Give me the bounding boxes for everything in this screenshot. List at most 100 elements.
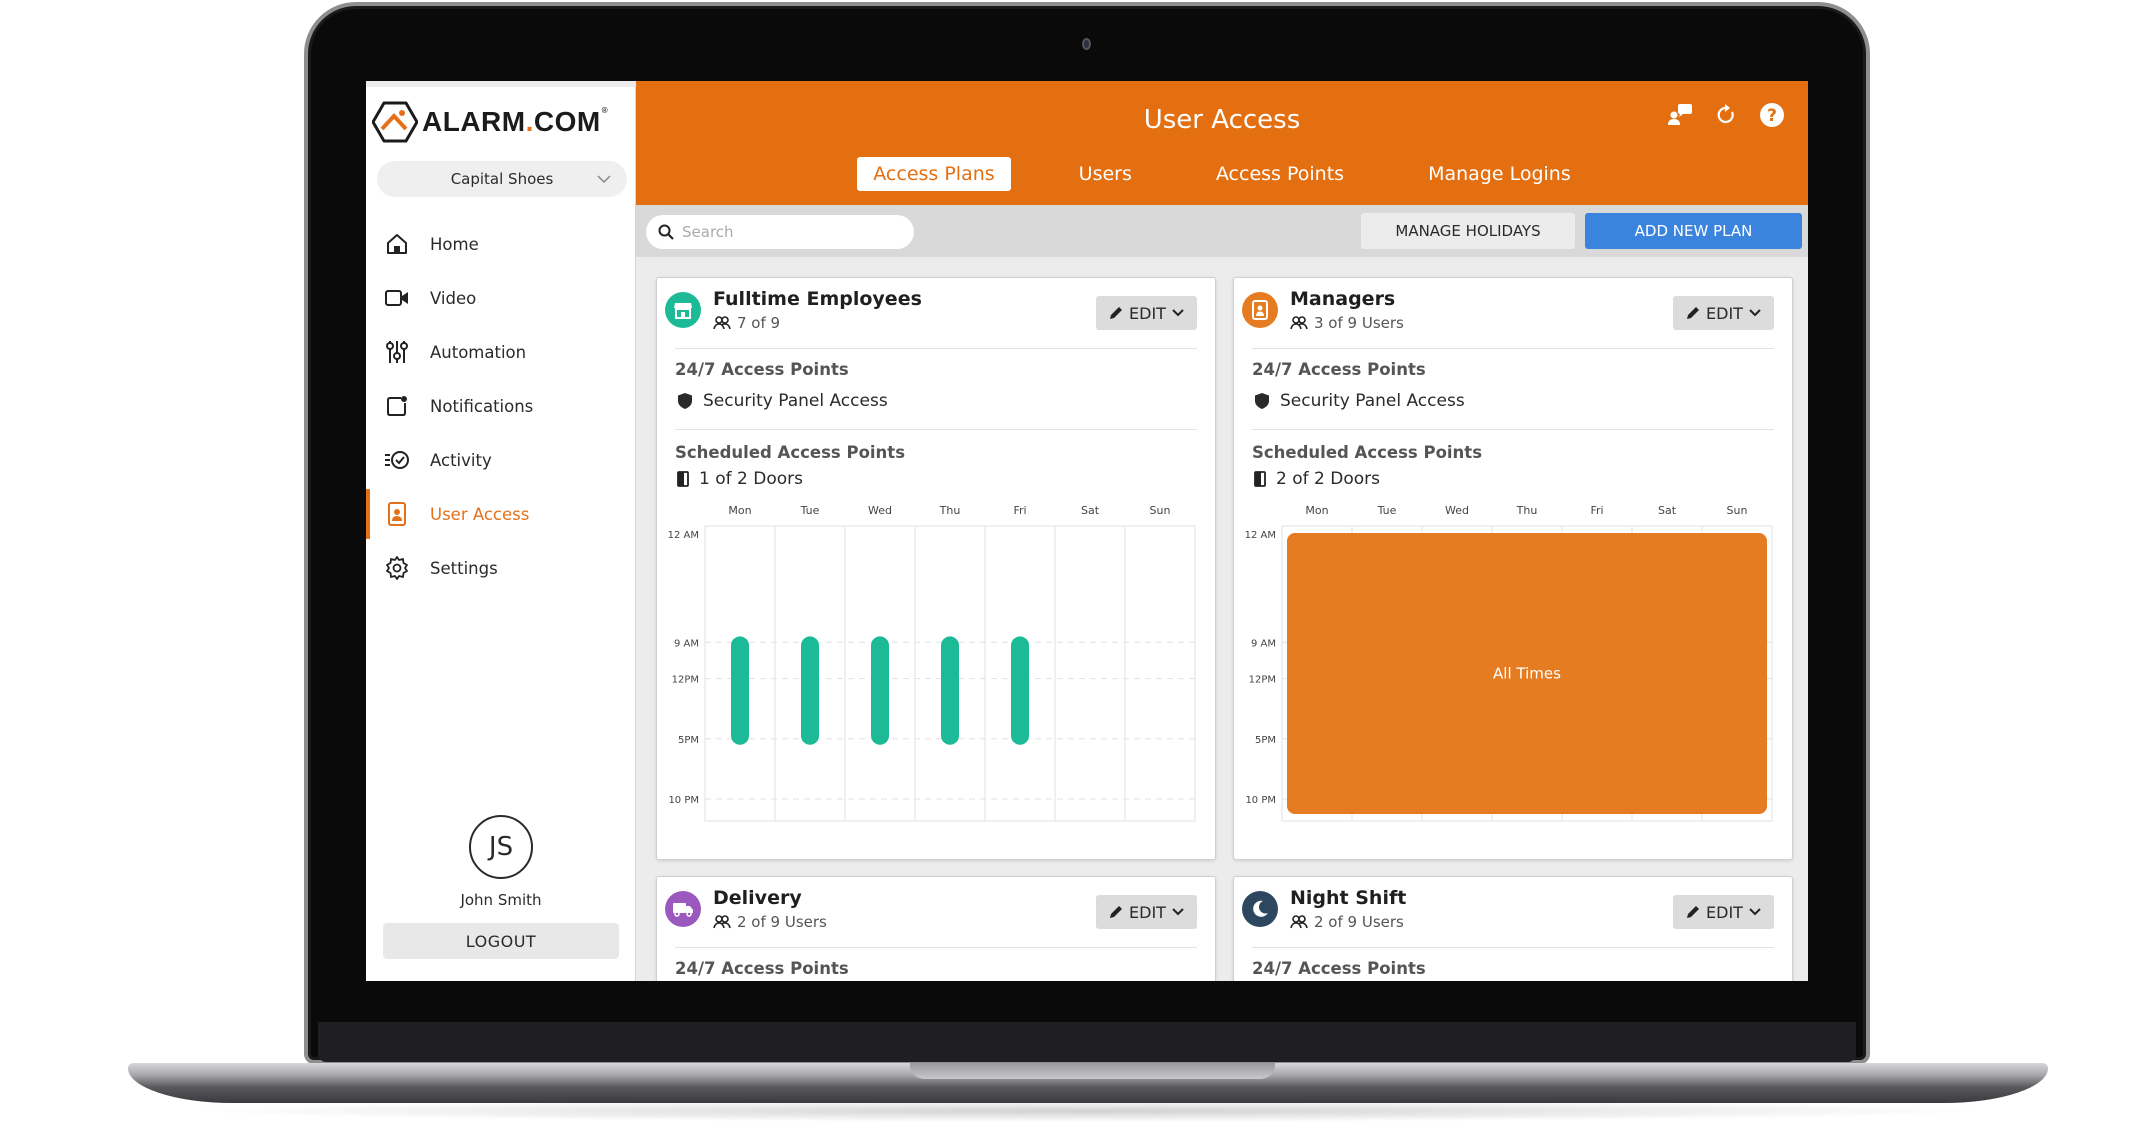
edit-button[interactable]: EDIT <box>1673 296 1774 330</box>
sidebar-item-activity[interactable]: Activity <box>366 433 636 487</box>
user-name: John Smith <box>460 891 542 909</box>
door-icon <box>677 471 689 487</box>
plan-user-count: 7 of 9 <box>713 314 780 332</box>
y-tick-label: 12PM <box>672 675 699 686</box>
sidebar-item-settings[interactable]: Settings <box>366 541 636 595</box>
day-label: Sun <box>1150 504 1171 517</box>
edit-button[interactable]: EDIT <box>1096 296 1197 330</box>
tab-manage-logins[interactable]: Manage Logins <box>1412 157 1587 191</box>
plan-name: Managers <box>1290 288 1396 310</box>
day-label: Sat <box>1081 504 1100 517</box>
sidebar-item-home[interactable]: Home <box>366 217 636 271</box>
schedule-svg: 12 AM 9 AM 12PM 5PM 10 PM Mon Tue Wed Thu Fri Sat S… <box>668 504 1196 822</box>
plan-card-delivery: Delivery 2 of 9 Users EDIT 24/7 Access P… <box>656 876 1216 981</box>
tab-users[interactable]: Users <box>1063 157 1148 191</box>
truck-icon <box>665 891 701 927</box>
day-label: Fri <box>1590 504 1603 517</box>
schedule-chart-fulltime: 12 AM 9 AM 12PM 5PM 10 PM Mon Tue Wed Thu Fri Sat S… <box>665 496 1205 826</box>
always-access-label: 24/7 Access Points <box>675 959 849 978</box>
scheduled-summary: 1 of 2 Doors <box>677 469 803 489</box>
help-icon[interactable]: ? <box>1758 101 1786 129</box>
logout-button[interactable]: LOGOUT <box>383 923 619 959</box>
plan-user-count: 2 of 9 Users <box>1290 913 1404 931</box>
day-label: Thu <box>939 504 961 517</box>
pencil-icon <box>1687 906 1700 918</box>
sidebar-item-automation[interactable]: Automation <box>366 325 636 379</box>
sidebar: ALARM.COM® Capital Shoes Home Video Auto… <box>366 87 636 981</box>
page-title: User Access <box>1143 105 1301 135</box>
always-access-label: 24/7 Access Points <box>1252 360 1426 379</box>
webcam <box>1082 38 1091 50</box>
schedule-bar-tue <box>801 636 819 745</box>
tab-bar: Access Plans Users Access Points Manage … <box>636 157 1808 191</box>
y-tick-label: 9 AM <box>674 638 699 649</box>
all-times-label: All Times <box>1493 665 1561 683</box>
tab-access-plans[interactable]: Access Plans <box>857 157 1011 191</box>
scheduled-access-label: Scheduled Access Points <box>1252 443 1483 462</box>
divider <box>675 348 1197 349</box>
avatar[interactable]: JS <box>469 815 533 879</box>
users-icon <box>1290 915 1308 929</box>
day-label: Mon <box>1305 504 1328 517</box>
gear-icon <box>384 555 410 581</box>
schedule-bar-wed <box>871 636 889 745</box>
door-icon <box>1254 471 1266 487</box>
user-badge-icon <box>1242 292 1278 328</box>
scheduled-access-label: Scheduled Access Points <box>675 443 906 462</box>
user-chat-icon[interactable] <box>1666 101 1694 129</box>
always-access-label: 24/7 Access Points <box>675 360 849 379</box>
day-label: Fri <box>1013 504 1026 517</box>
laptop-shadow <box>180 1100 2000 1122</box>
scheduled-summary: 2 of 2 Doors <box>1254 469 1380 489</box>
pencil-icon <box>1687 307 1700 319</box>
site-selector[interactable]: Capital Shoes <box>377 161 627 197</box>
day-label: Wed <box>1445 504 1469 517</box>
sidebar-item-video[interactable]: Video <box>366 271 636 325</box>
tab-access-points[interactable]: Access Points <box>1200 157 1360 191</box>
schedule-svg: 12 AM 9 AM 12PM 5PM 10 PM Mon Tue Wed Thu Fri Sat S… <box>1245 504 1773 822</box>
video-camera-icon <box>384 285 410 311</box>
schedule-bar-mon <box>731 636 749 745</box>
divider <box>1252 947 1774 948</box>
schedule-bar-fri <box>1011 636 1029 745</box>
activity-check-icon <box>384 447 410 473</box>
day-label: Tue <box>800 504 820 517</box>
edit-button[interactable]: EDIT <box>1096 895 1197 929</box>
plan-name: Fulltime Employees <box>713 288 922 310</box>
refresh-icon[interactable] <box>1712 101 1740 129</box>
divider <box>675 947 1197 948</box>
user-profile: JS John Smith LOGOUT <box>366 815 636 959</box>
divider <box>1252 429 1774 430</box>
shield-icon <box>1255 393 1269 409</box>
plan-name: Delivery <box>713 887 802 909</box>
storefront-icon <box>665 292 701 328</box>
logo-text: ALARM.COM® <box>422 106 609 137</box>
users-icon <box>1290 316 1308 330</box>
search-input[interactable] <box>682 223 902 241</box>
sidebar-item-user-access[interactable]: User Access <box>366 487 636 541</box>
chevron-down-icon <box>1172 908 1184 916</box>
edit-button[interactable]: EDIT <box>1673 895 1774 929</box>
y-tick-label: 5PM <box>1255 735 1276 746</box>
sidebar-nav: Home Video Automation Notifications Acti… <box>366 217 636 595</box>
y-tick-label: 10 PM <box>1245 795 1276 806</box>
y-tick-label: 5PM <box>678 735 699 746</box>
divider <box>1252 348 1774 349</box>
pencil-icon <box>1110 307 1123 319</box>
sliders-icon <box>384 339 410 365</box>
plan-card-fulltime-employees: Fulltime Employees 7 of 9 EDIT 24/7 Acce… <box>656 277 1216 860</box>
home-icon <box>384 231 410 257</box>
plan-name: Night Shift <box>1290 887 1407 909</box>
toolbar: MANAGE HOLIDAYS ADD NEW PLAN <box>636 205 1808 257</box>
laptop-chin <box>318 1022 1856 1062</box>
alarm-com-logo: ALARM.COM® <box>372 101 608 143</box>
schedule-chart-managers: 12 AM 9 AM 12PM 5PM 10 PM Mon Tue Wed Thu Fri Sat S… <box>1242 496 1782 826</box>
svg-text:?: ? <box>1767 106 1777 126</box>
manage-holidays-button[interactable]: MANAGE HOLIDAYS <box>1361 213 1575 249</box>
chevron-down-icon <box>1172 309 1184 317</box>
sidebar-item-notifications[interactable]: Notifications <box>366 379 636 433</box>
plan-card-night-shift: Night Shift 2 of 9 Users EDIT 24/7 Acces… <box>1233 876 1793 981</box>
add-new-plan-button[interactable]: ADD NEW PLAN <box>1585 213 1802 249</box>
day-label: Wed <box>868 504 892 517</box>
divider <box>675 429 1197 430</box>
